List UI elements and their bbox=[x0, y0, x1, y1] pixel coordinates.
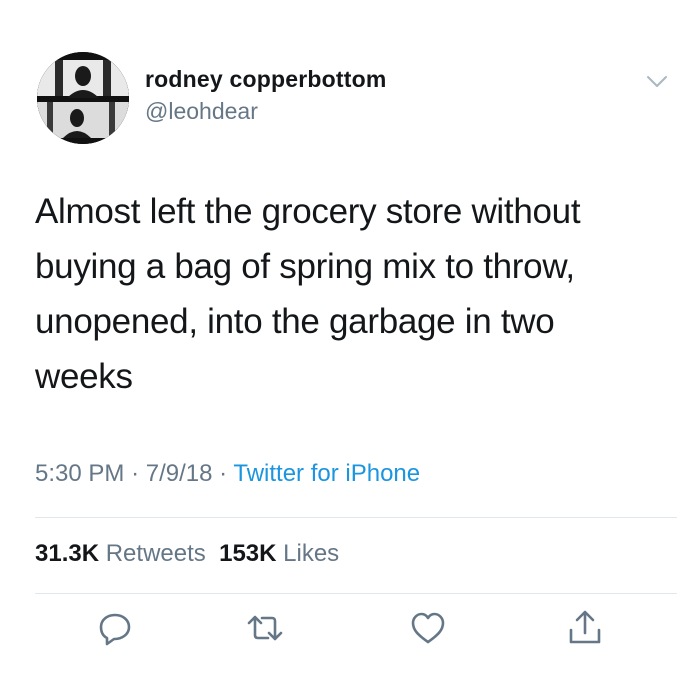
likes-stat[interactable]: 153K Likes bbox=[219, 540, 339, 567]
tweet-stats: 31.3K Retweets 153K Likes bbox=[35, 540, 339, 568]
likes-label: Likes bbox=[283, 540, 340, 567]
tweet-date: 7/9/18 bbox=[145, 460, 213, 487]
tweet-source-link[interactable]: Twitter for iPhone bbox=[233, 460, 420, 487]
retweet-button[interactable] bbox=[245, 608, 285, 648]
tweet-text: Almost left the grocery store without bu… bbox=[35, 192, 581, 396]
like-button[interactable] bbox=[408, 608, 448, 648]
tweet-time: 5:30 PM bbox=[35, 460, 125, 487]
likes-count: 153K bbox=[219, 540, 277, 567]
share-button[interactable] bbox=[565, 608, 605, 648]
retweet-icon bbox=[247, 615, 283, 641]
reply-icon bbox=[99, 613, 131, 646]
chevron-down-icon[interactable] bbox=[645, 74, 669, 90]
divider bbox=[35, 593, 677, 594]
retweets-stat[interactable]: 31.3K Retweets bbox=[35, 540, 206, 567]
tweet-meta: 5:30 PM · 7/9/18 · Twitter for iPhone bbox=[35, 460, 420, 488]
meta-separator: · bbox=[219, 460, 228, 487]
divider bbox=[35, 517, 677, 518]
share-icon bbox=[569, 610, 601, 644]
retweets-count: 31.3K bbox=[35, 540, 100, 567]
avatar[interactable] bbox=[37, 52, 129, 144]
avatar-image bbox=[37, 52, 129, 144]
retweets-label: Retweets bbox=[105, 540, 206, 567]
display-name[interactable]: rodney copperbottom bbox=[145, 66, 386, 93]
heart-icon bbox=[411, 612, 445, 644]
user-handle[interactable]: @leohdear bbox=[145, 98, 258, 125]
reply-button[interactable] bbox=[95, 608, 135, 648]
meta-separator: · bbox=[131, 460, 140, 487]
